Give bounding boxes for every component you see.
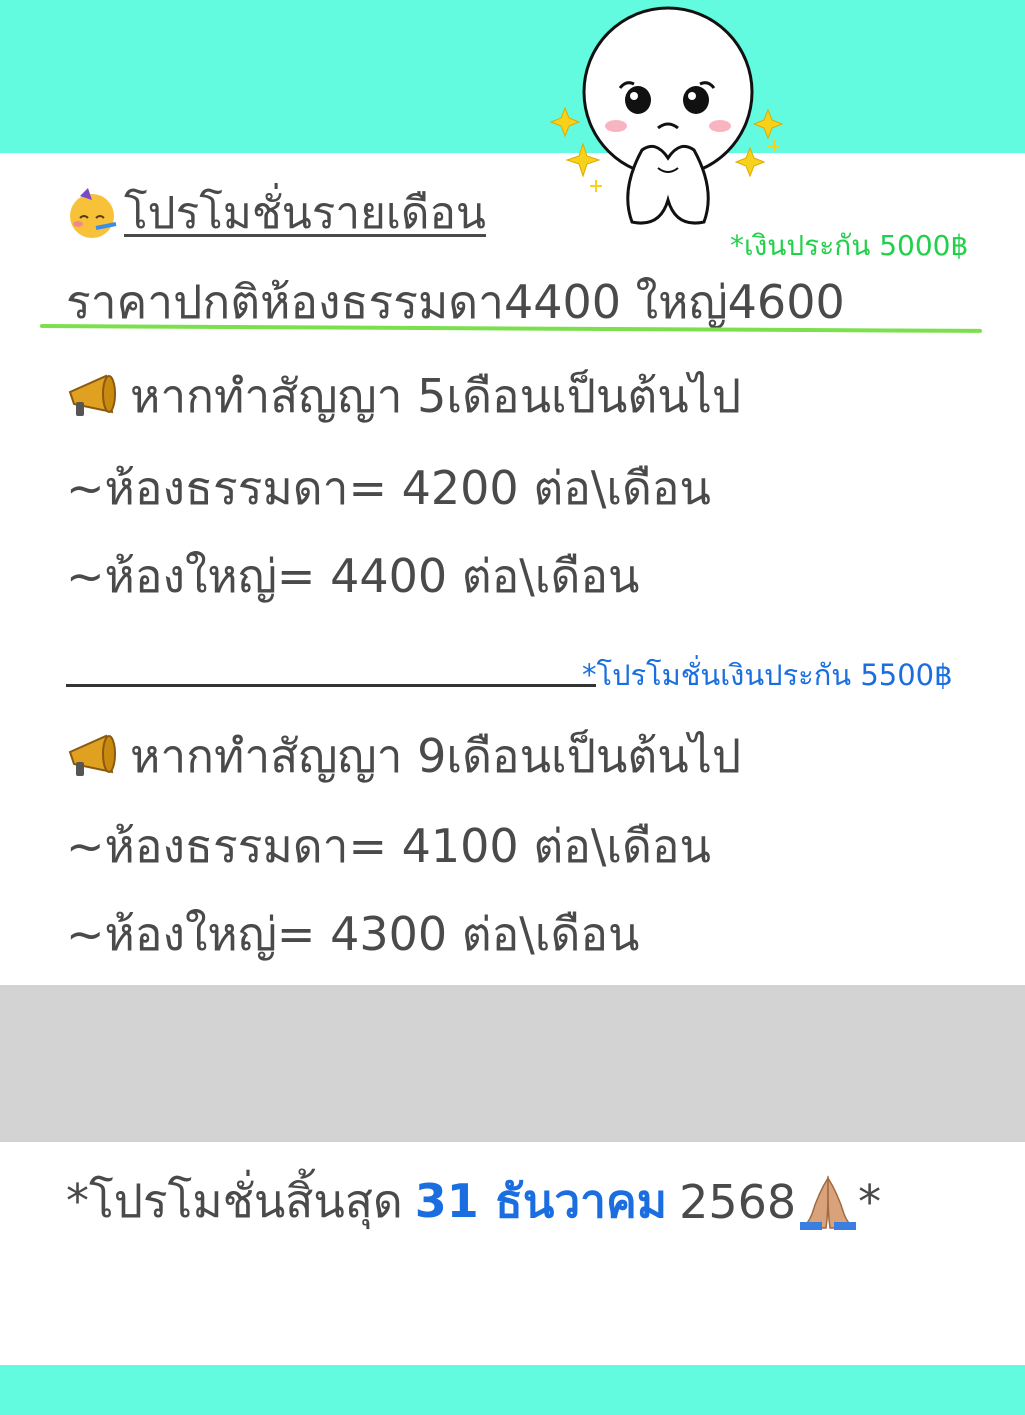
party-face-icon (70, 188, 117, 238)
promo-5-heading-text: หากทำสัญญา 5เดือนเป็นต้นไป (130, 369, 742, 423)
gray-band (0, 985, 1025, 1142)
promo-5-standard-room: ~ห้องธรรมดา= 4200 ต่อ\เดือน (66, 461, 711, 515)
promo-9-standard-room: ~ห้องธรรมดา= 4100 ต่อ\เดือน (66, 819, 711, 873)
end-note-date: 31 ธันวาคม (414, 1174, 668, 1228)
megaphone-icon (68, 374, 116, 416)
end-note-prefix: *โปรโมชั่นสิ้นสุด (66, 1174, 403, 1228)
end-note-year: 2568 (679, 1174, 797, 1229)
promo-9-heading-text: หากทำสัญญา 9เดือนเป็นต้นไป (130, 729, 742, 783)
promo-end-note: *โปรโมชั่นสิ้นสุด 31 ธันวาคม 2568 * (66, 1165, 881, 1238)
end-note-suffix: * (858, 1174, 882, 1229)
promo-title: โปรโมชั่นรายเดือน (66, 178, 486, 248)
promo-9-heading: หากทำสัญญา 9เดือนเป็นต้นไป (66, 720, 741, 793)
promo-5-large-room: ~ห้องใหญ่= 4400 ต่อ\เดือน (66, 549, 640, 603)
top-band (0, 0, 1025, 153)
bottom-band (0, 1365, 1025, 1415)
promo-9-large-room: ~ห้องใหญ่= 4300 ต่อ\เดือน (66, 907, 640, 961)
mascot-sticker (550, 6, 784, 225)
deposit-note-5000: *เงินประกัน 5000฿ (730, 229, 969, 262)
section-divider (66, 684, 596, 687)
megaphone-icon (68, 734, 116, 776)
praying-hands-icon (799, 1174, 857, 1230)
promo-title-text: โปรโมชั่นรายเดือน (124, 188, 487, 239)
deposit-note-5500: *โปรโมชั่นเงินประกัน 5500฿ (582, 658, 953, 692)
promo-5-heading: หากทำสัญญา 5เดือนเป็นต้นไป (66, 360, 741, 433)
